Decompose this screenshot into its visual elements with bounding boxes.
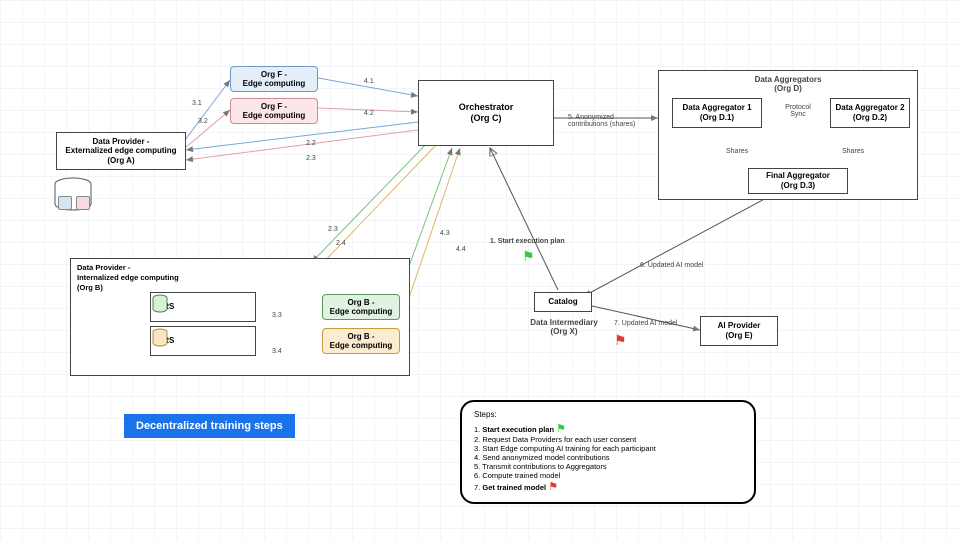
node-label: Org B - Edge computing — [330, 298, 393, 316]
node-label: Data Aggregator 1(Org D.1) — [682, 103, 751, 122]
edge-label: 2.2 — [306, 140, 316, 147]
step-row: 4. Send anonymized model contributions — [474, 453, 742, 462]
node-ai-provider: AI Provider(Org E) — [700, 316, 778, 346]
node-label: Org B - Edge computing — [330, 332, 393, 350]
node-label: Final Aggregator(Org D.3) — [766, 171, 830, 190]
edge-label: 4.2 — [364, 110, 374, 117]
steps-title: Steps: — [474, 410, 742, 419]
node-label: Data Provider - Externalized edge comput… — [65, 137, 176, 166]
node-orgB-edge-orange: Org B - Edge computing — [322, 328, 400, 354]
cylinder-icon — [151, 327, 169, 349]
edge-label: 3.3 — [272, 312, 282, 319]
node-agg2: Data Aggregator 2(Org D.2) — [830, 98, 910, 128]
container-title-1: Data Provider - — [77, 263, 130, 272]
container-title-3: (Org B) — [77, 283, 103, 292]
step-num: 1. — [474, 425, 480, 434]
step-row: 5. Transmit contributions to Aggregators — [474, 462, 742, 471]
node-label: Catalog — [548, 297, 577, 307]
step-num: 7. — [474, 483, 480, 492]
node-label: Org F - Edge computing — [243, 70, 306, 88]
node-agg-final: Final Aggregator(Org D.3) — [748, 168, 848, 194]
flag-icon: ⚑ — [548, 481, 558, 493]
edge-label: 2.3 — [328, 226, 338, 233]
flag-icon: ⚑ — [522, 248, 535, 265]
edge-label: 1. Start execution plan — [490, 238, 565, 245]
edge-label: 2.4 — [336, 240, 346, 247]
node-label: AI Provider(Org E) — [718, 321, 761, 340]
flag-icon: ⚑ — [556, 423, 566, 435]
step-text: Get trained model — [482, 483, 546, 492]
node-orchestrator: Orchestrator(Org C) — [418, 80, 554, 146]
diagram-canvas: Org F - Edge computing Org F - Edge comp… — [0, 0, 960, 540]
node-catalog: Catalog — [534, 292, 592, 312]
step-row: 2. Request Data Providers for each user … — [474, 435, 742, 444]
chip-pink — [76, 196, 90, 210]
node-data-intermediary: Data Intermediary(Org X) — [522, 318, 606, 336]
node-plrs-2: PLRS — [150, 326, 256, 356]
step-row: 6. Compute trained model — [474, 471, 742, 480]
node-label: Orchestrator(Org C) — [459, 102, 514, 124]
node-orgF-edge-blue: Org F - Edge computing — [230, 66, 318, 92]
edge-label: 4.1 — [364, 78, 374, 85]
node-plrs-1: PLRS — [150, 292, 256, 322]
step-row: 7. Get trained model ⚑ — [474, 480, 742, 493]
chip-blue — [58, 196, 72, 210]
step-row: 3. Start Edge computing AI training for … — [474, 444, 742, 453]
edge-label: 3.1 — [192, 100, 202, 107]
edge-label: 4.3 — [440, 230, 450, 237]
edge-label: Shares — [842, 148, 864, 155]
steps-legend: Steps: 1. Start execution plan ⚑ 2. Requ… — [460, 400, 756, 504]
node-label: Data Aggregator 2(Org D.2) — [835, 103, 904, 122]
node-org-a: Data Provider - Externalized edge comput… — [56, 132, 186, 170]
edge-label: Shares — [726, 148, 748, 155]
edge-label: 4.4 — [456, 246, 466, 253]
edge-label: 7. Updated AI model — [614, 320, 677, 327]
title-banner: Decentralized training steps — [124, 414, 295, 438]
edge-label: 3.4 — [272, 348, 282, 355]
node-orgF-edge-pink: Org F - Edge computing — [230, 98, 318, 124]
container-title: Data Aggregators(Org D) — [659, 75, 917, 93]
edge-label: 3.2 — [198, 118, 208, 125]
edge-label: 6. Updated AI model — [640, 262, 703, 269]
container-title-2: Internalized edge computing — [77, 273, 179, 282]
edge-label: 2.3 — [306, 155, 316, 162]
edge-label: 5. Anonymizedcontributions (shares) — [568, 114, 648, 128]
cylinder-icon — [151, 293, 169, 315]
banner-text: Decentralized training steps — [136, 420, 283, 432]
edge-label: ProtocolSync — [778, 104, 818, 118]
node-agg1: Data Aggregator 1(Org D.1) — [672, 98, 762, 128]
node-orgB-edge-green: Org B - Edge computing — [322, 294, 400, 320]
step-row: 1. Start execution plan ⚑ — [474, 422, 742, 435]
flag-icon: ⚑ — [614, 332, 627, 349]
step-text: Start execution plan — [482, 425, 554, 434]
node-label: Org F - Edge computing — [243, 102, 306, 120]
